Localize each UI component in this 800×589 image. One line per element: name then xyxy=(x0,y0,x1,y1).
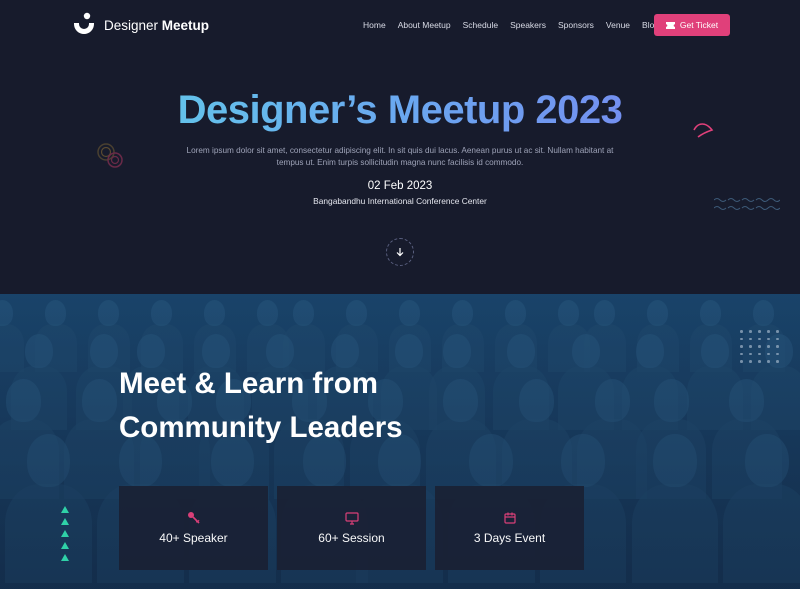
get-ticket-label: Get Ticket xyxy=(679,20,719,30)
microphone-icon xyxy=(187,512,200,524)
stat-label: 3 Days Event xyxy=(473,531,546,545)
calendar-icon xyxy=(503,512,516,524)
dots-decoration-icon xyxy=(740,330,780,363)
main-menu: Home About Meetup Schedule Speakers Spon… xyxy=(363,20,671,30)
section-title: Meet & Learn from Community Leaders xyxy=(119,362,403,450)
stat-card-sessions: 60+ Session xyxy=(277,486,426,570)
section-title-line2: Community Leaders xyxy=(119,411,403,444)
hero-description: Lorem ipsum dolor sit amet, consectetur … xyxy=(186,146,614,167)
logo-text: Designer Meetup xyxy=(104,17,210,33)
nav-venue[interactable]: Venue xyxy=(606,20,630,30)
get-ticket-button[interactable]: Get Ticket xyxy=(654,14,730,36)
hero-title: Designer’s Meetup 2023 xyxy=(0,88,800,133)
nav-home[interactable]: Home xyxy=(363,20,386,30)
stat-card-speakers: 40+ Speaker xyxy=(119,486,268,570)
event-date: 02 Feb 2023 xyxy=(367,180,433,192)
nav-about[interactable]: About Meetup xyxy=(398,20,451,30)
arrow-down-icon xyxy=(396,248,404,257)
stat-label: 60+ Session xyxy=(318,531,385,545)
monitor-icon xyxy=(344,512,359,525)
scroll-down-button[interactable] xyxy=(386,238,414,266)
community-section: Meet & Learn from Community Leaders 40+ … xyxy=(0,294,800,589)
rings-decoration-icon xyxy=(97,143,123,168)
stat-label: 40+ Speaker xyxy=(159,531,228,545)
event-venue: Bangabandhu International Conference Cen… xyxy=(313,196,487,206)
nav-sponsors[interactable]: Sponsors xyxy=(558,20,594,30)
section-title-line1: Meet & Learn from xyxy=(119,367,378,400)
nav-speakers[interactable]: Speakers xyxy=(510,20,546,30)
ticket-icon xyxy=(665,21,675,29)
site-logo[interactable]: Designer Meetup xyxy=(70,11,209,39)
logo-icon xyxy=(74,12,94,34)
nav-schedule[interactable]: Schedule xyxy=(463,20,498,30)
stat-card-days: 3 Days Event xyxy=(435,486,584,570)
top-navbar: Designer Meetup Home About Meetup Schedu… xyxy=(0,0,800,52)
triangles-decoration-icon xyxy=(61,506,69,561)
